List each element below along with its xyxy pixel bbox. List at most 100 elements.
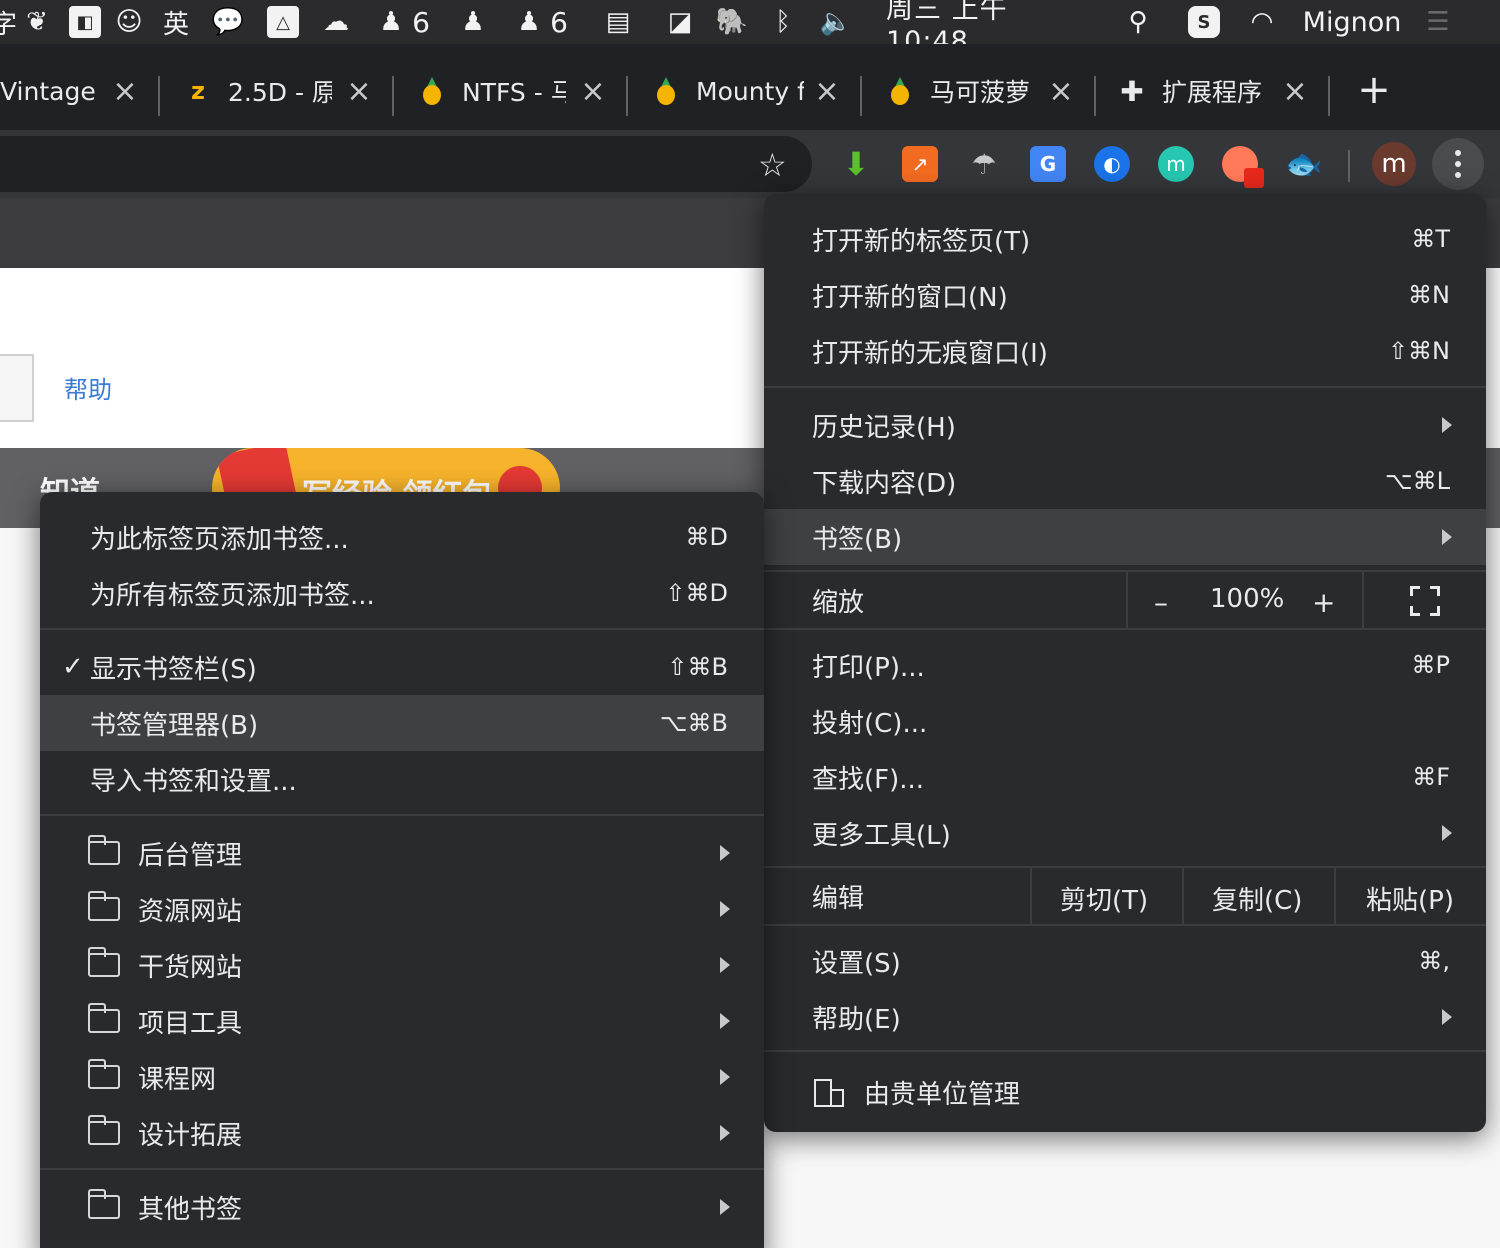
cloud-icon[interactable]: ☁ [314, 0, 358, 44]
zoom-out-button[interactable]: – [1154, 586, 1168, 619]
menu-cast[interactable]: 投射(C)... [764, 693, 1486, 749]
tab-mounty[interactable]: Mounty fo × [652, 58, 842, 124]
page-search-input[interactable] [0, 354, 34, 422]
submenu-arrow-icon [720, 901, 730, 917]
menu-find[interactable]: 查找(F)... ⌘F [764, 749, 1486, 805]
eraser-icon[interactable]: ◪ [662, 0, 698, 44]
tab-close-icon[interactable]: × [1280, 74, 1310, 109]
pineapple-favicon-icon [418, 77, 446, 105]
folder-icon [87, 835, 120, 865]
tab-2-5d[interactable]: z 2.5D - 原 × [184, 58, 374, 124]
menu-new-incognito[interactable]: 打开新的无痕窗口(I) ⇧⌘N [764, 323, 1486, 379]
import-bookmarks[interactable]: 导入书签和设置... [40, 751, 764, 807]
tab-label: Mounty fo [696, 76, 804, 106]
bookmark-folder-item[interactable]: 干货网站 [40, 937, 764, 993]
tab-divider [1328, 76, 1330, 116]
show-bookmarks-bar[interactable]: ✓ 显示书签栏(S) ⇧⌘B [40, 639, 764, 695]
wechat-icon[interactable]: 💬 [206, 0, 250, 44]
new-tab-icon[interactable]: + [1356, 67, 1392, 113]
clock[interactable]: 周三 上午10:48 [886, 0, 1090, 57]
evernote-icon[interactable]: 🐘 [714, 0, 750, 44]
menu-new-tab[interactable]: 打开新的标签页(T) ⌘T [764, 211, 1486, 267]
menu-item-label: 打开新的无痕窗口(I) [812, 338, 1048, 369]
tab-divider [158, 76, 160, 116]
bookmark-star-icon[interactable]: ☆ [758, 146, 787, 184]
tab-label: 2.5D - 原 [228, 78, 332, 107]
tab-makeboluo[interactable]: 马可菠萝 × [886, 58, 1076, 124]
menu-item-shortcut: ⌥⌘B [659, 709, 728, 737]
tab-close-icon[interactable]: × [344, 74, 374, 109]
submenu-arrow-icon [1442, 825, 1452, 841]
qq-icon-2[interactable]: ♟ [458, 0, 488, 44]
menu-print[interactable]: 打印(P)... ⌘P [764, 637, 1486, 693]
menu-managed[interactable]: 由贵单位管理 [764, 1064, 1486, 1120]
menu-separator [764, 1050, 1486, 1052]
menu-downloads[interactable]: 下载内容(D) ⌥⌘L [764, 453, 1486, 509]
leaf-icon[interactable]: ❦ [22, 0, 52, 44]
spotlight-search-icon[interactable]: ⚲ [1120, 0, 1156, 44]
tab-label: Vintage b [0, 76, 104, 106]
tab-close-icon[interactable]: × [578, 74, 608, 109]
bookmark-folder-item[interactable]: 项目工具 [40, 993, 764, 1049]
google-translate-extension-icon[interactable]: G [1030, 146, 1066, 182]
edit-divider [1334, 868, 1336, 924]
chart-extension-icon[interactable]: ↗ [902, 146, 938, 182]
input-method-en[interactable]: 英 [160, 0, 192, 44]
cut-button[interactable]: 剪切(T) [1060, 880, 1148, 917]
blue-circle-extension-icon[interactable]: ◐ [1094, 146, 1130, 182]
bookmark-folder-item[interactable]: 课程网 [40, 1049, 764, 1105]
sogou-icon[interactable]: S [1186, 0, 1222, 44]
profile-avatar[interactable]: m [1372, 142, 1416, 186]
user-name[interactable]: Mignon [1298, 0, 1406, 44]
drive-icon[interactable]: △ [266, 0, 300, 44]
tab-close-icon[interactable]: × [812, 74, 842, 109]
folder-label: 课程网 [138, 1064, 217, 1095]
app-square-icon[interactable]: ◧ [68, 0, 102, 44]
qq-icon[interactable]: ♟ [376, 0, 406, 44]
menu-history[interactable]: 历史记录(H) [764, 397, 1486, 453]
chrome-menu-button[interactable] [1432, 138, 1484, 190]
input-method-char[interactable]: 字 [0, 0, 17, 44]
tab-close-icon[interactable]: × [1046, 74, 1076, 109]
tab-vintage[interactable]: Vintage b × [0, 58, 140, 124]
bookmark-folder-item[interactable]: 资源网站 [40, 881, 764, 937]
folder-label: 设计拓展 [138, 1120, 243, 1151]
menu-settings[interactable]: 设置(S) ⌘, [764, 933, 1486, 989]
tab-extensions[interactable]: ✚ 扩展程序 × [1118, 58, 1310, 124]
folder-icon [87, 1059, 120, 1089]
zoom-in-button[interactable]: + [1312, 586, 1335, 619]
wifi-icon[interactable]: ◠ [1240, 0, 1284, 44]
fullscreen-icon[interactable] [1410, 586, 1440, 616]
folder-label: 后台管理 [138, 840, 243, 871]
help-link[interactable]: 帮助 [64, 370, 112, 405]
notification-center-icon[interactable]: ☰ [1418, 0, 1458, 44]
bluetooth-icon[interactable]: ᛒ [768, 0, 798, 44]
bookmark-manager[interactable]: 书签管理器(B) ⌥⌘B [40, 695, 764, 751]
copy-button[interactable]: 复制(C) [1212, 880, 1302, 917]
tab-ntfs[interactable]: NTFS - 马 × [418, 58, 608, 124]
menu-help[interactable]: 帮助(E) [764, 989, 1486, 1045]
qq-icon-3[interactable]: ♟ [514, 0, 544, 44]
volume-icon[interactable]: 🔈 [818, 0, 854, 44]
menu-more-tools[interactable]: 更多工具(L) [764, 805, 1486, 861]
address-bar[interactable] [0, 136, 812, 192]
folder-label: 资源网站 [138, 896, 243, 927]
bookmark-folder-item[interactable]: 设计拓展 [40, 1105, 764, 1161]
other-bookmarks-folder[interactable]: 其他书签 [40, 1179, 764, 1235]
parachute-extension-icon[interactable]: ☂ [966, 146, 1002, 182]
fish-extension-icon[interactable]: 🐟 [1285, 146, 1322, 182]
tab-close-icon[interactable]: × [110, 74, 140, 109]
download-arrow-extension-icon[interactable]: ⬇ [838, 145, 874, 183]
menu-bookmarks[interactable]: 书签(B) [764, 509, 1486, 565]
orange-extension-icon[interactable] [1222, 146, 1264, 188]
menu-new-window[interactable]: 打开新的窗口(N) ⌘N [764, 267, 1486, 323]
add-bookmark-all-tabs[interactable]: 为所有标签页添加书签... ⇧⌘D [40, 565, 764, 621]
bookmark-folder-item[interactable]: 后台管理 [40, 825, 764, 881]
paste-button[interactable]: 粘贴(P) [1366, 880, 1454, 917]
menu-item-label: 导入书签和设置... [90, 766, 297, 797]
pineapple-favicon-icon [886, 77, 914, 105]
screen-share-icon[interactable]: ▤ [598, 0, 638, 44]
m-circle-extension-icon[interactable]: m [1158, 146, 1194, 182]
smiley-icon[interactable]: ☺ [114, 0, 144, 44]
add-bookmark-this-tab[interactable]: 为此标签页添加书签... ⌘D [40, 509, 764, 565]
